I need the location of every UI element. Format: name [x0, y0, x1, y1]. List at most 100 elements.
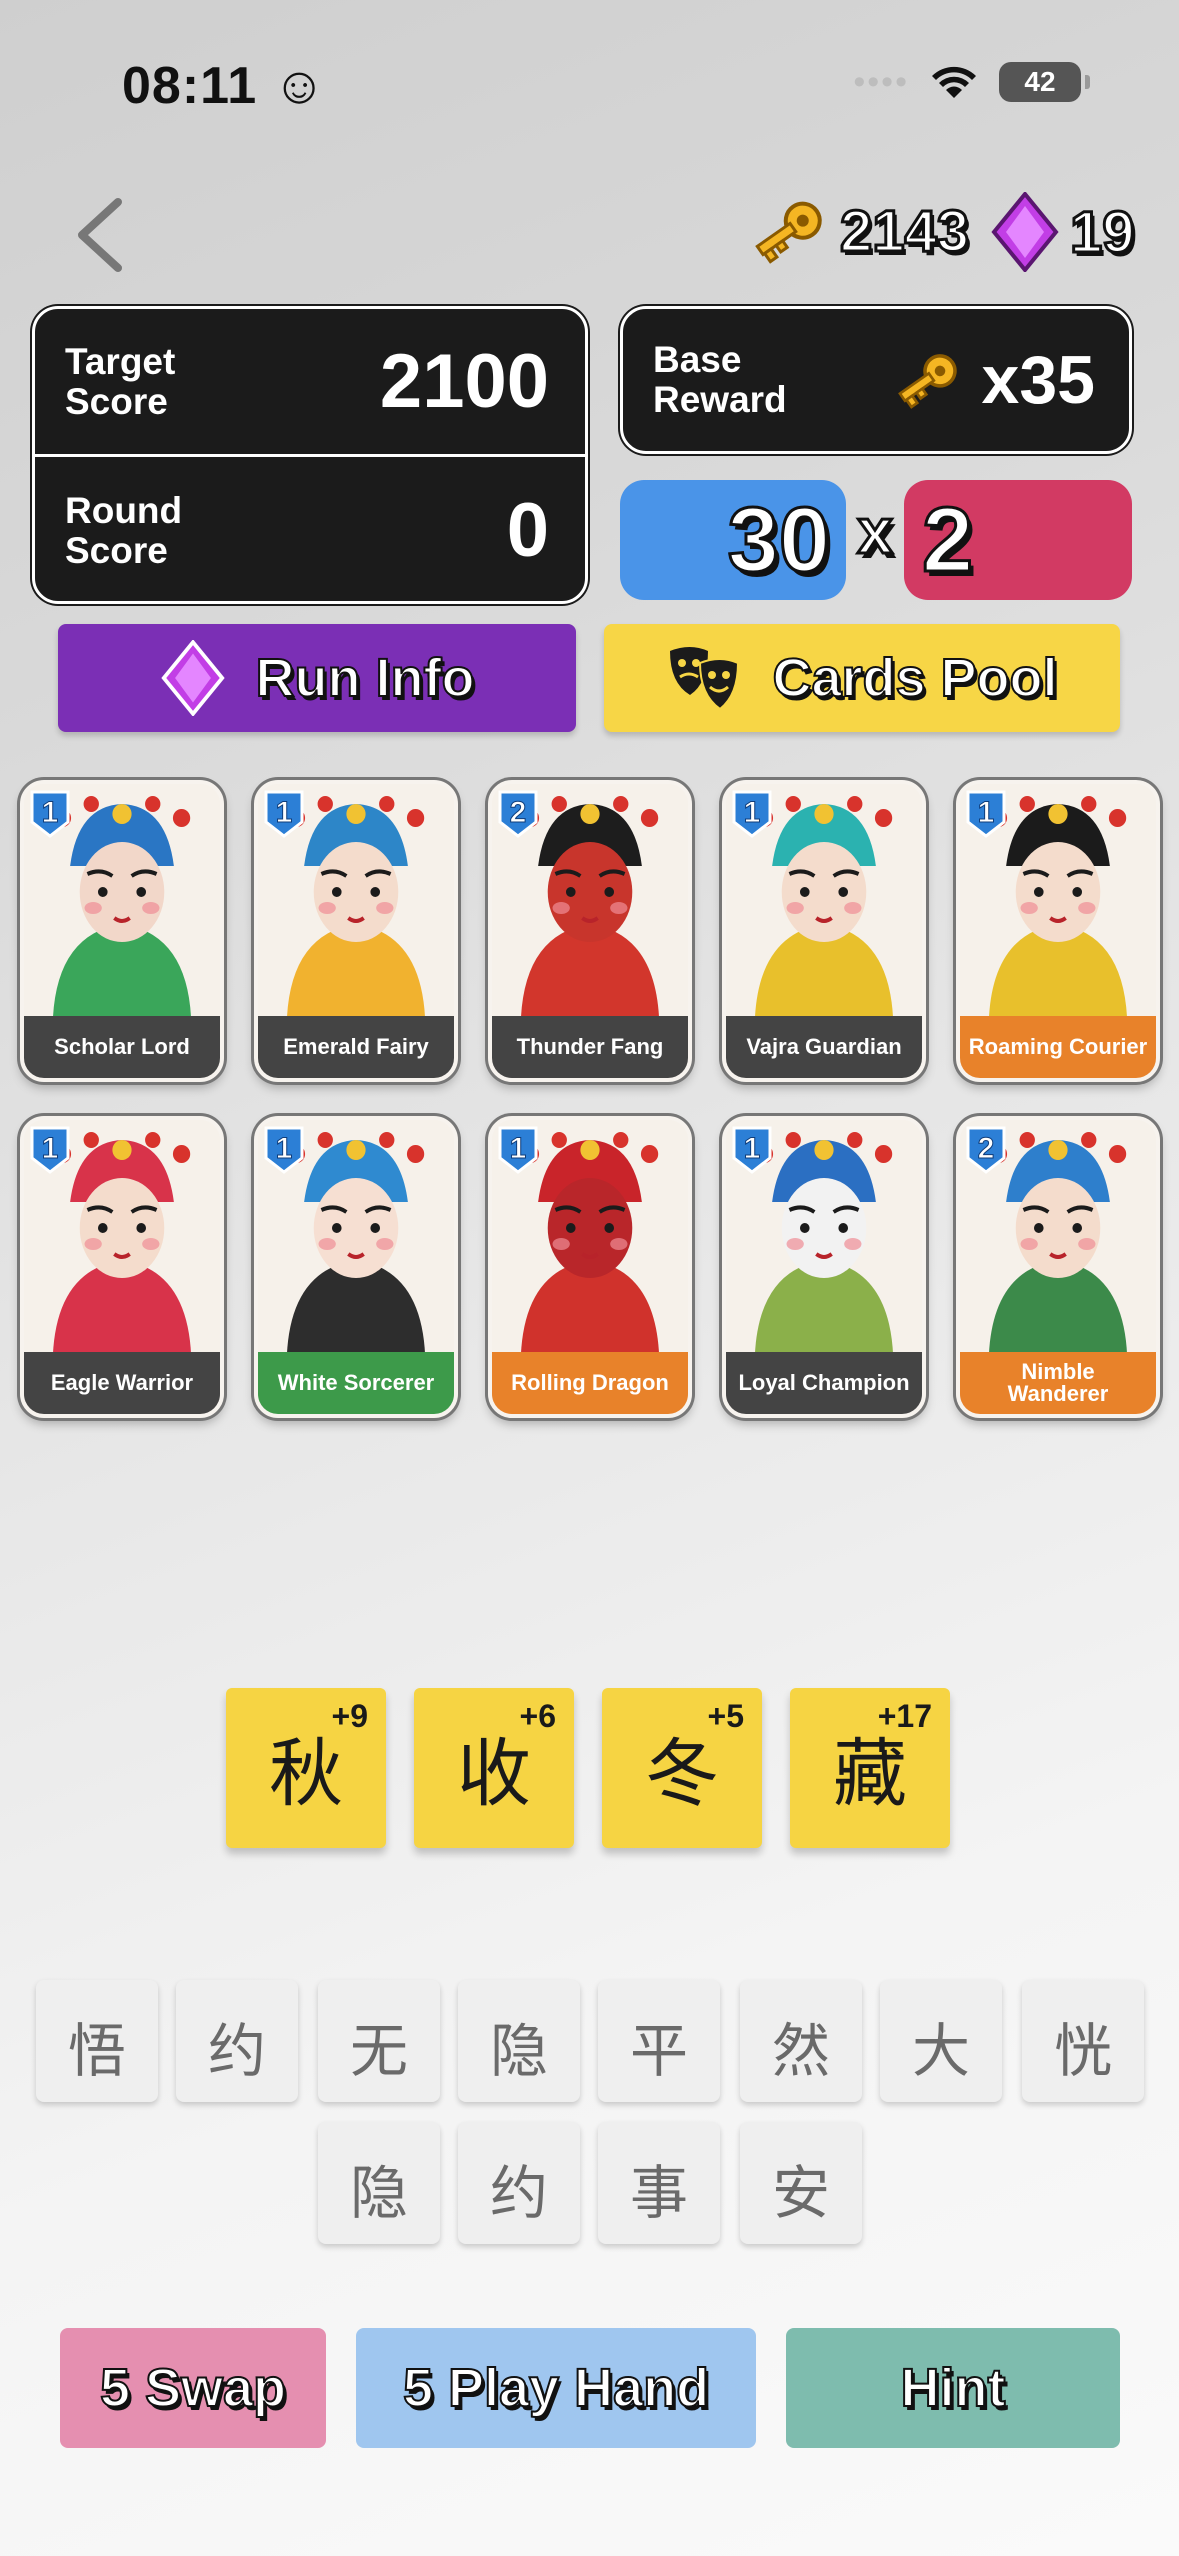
level-badge: 1 — [262, 788, 306, 840]
round-score-value: 0 — [506, 488, 549, 573]
character-card[interactable]: 1 Rolling Dragon — [488, 1116, 692, 1418]
character-card[interactable]: 1 Loyal Champion — [722, 1116, 926, 1418]
tile-character: 悟 — [67, 2017, 126, 2085]
multiplier-value: 2 — [920, 487, 974, 592]
character-card[interactable]: 1 White Sorcerer — [254, 1116, 458, 1418]
run-info-label: Run Info — [255, 647, 476, 709]
card-name: Roaming Courier — [960, 1016, 1156, 1078]
hand-tile[interactable]: 约 — [458, 2122, 580, 2244]
tile-bonus: +6 — [519, 1698, 556, 1734]
hand-tile[interactable]: 然 — [740, 1980, 862, 2102]
base-reward-panel: Base Reward x35 — [620, 306, 1132, 454]
character-card[interactable]: 1 Vajra Guardian — [722, 780, 926, 1082]
play-hand-button[interactable]: 5 Play Hand — [356, 2328, 756, 2448]
hand-tile[interactable]: 大 — [880, 1980, 1002, 2102]
hand-tile[interactable]: 安 — [740, 2122, 862, 2244]
target-score-row: Target Score 2100 — [35, 309, 585, 457]
cellular-signal-icon: •••• — [853, 62, 909, 101]
key-icon — [897, 354, 957, 409]
tile-character: 约 — [207, 2017, 266, 2085]
theater-masks-icon — [670, 647, 740, 711]
base-reward-label: Base Reward — [653, 339, 787, 420]
tile-character: 隐 — [349, 2159, 408, 2227]
tile-character: 事 — [629, 2159, 688, 2227]
gems-count: 19 — [1069, 198, 1136, 266]
keys-counter: 2143 — [746, 192, 971, 270]
character-card[interactable]: 1 Emerald Fairy — [254, 780, 458, 1082]
level-badge: 1 — [964, 788, 1008, 840]
hand-tile[interactable]: 平 — [598, 1980, 720, 2102]
tile-character: 恍 — [1053, 2017, 1112, 2085]
cards-pool-button[interactable]: Cards Pool — [604, 624, 1120, 732]
level-badge: 1 — [730, 788, 774, 840]
card-name: White Sorcerer — [258, 1352, 454, 1414]
level-badge: 1 — [496, 1124, 540, 1176]
round-score-row: Round Score 0 — [35, 457, 585, 605]
level-badge: 1 — [28, 788, 72, 840]
hand-tile[interactable]: 隐 — [458, 1980, 580, 2102]
level-badge: 2 — [496, 788, 540, 840]
selected-tile[interactable]: 秋 +9 — [226, 1688, 386, 1848]
character-card[interactable]: 2 Thunder Fang — [488, 780, 692, 1082]
selected-tile[interactable]: 藏 +17 — [790, 1688, 950, 1848]
level-badge: 1 — [262, 1124, 306, 1176]
gem-icon — [991, 192, 1059, 272]
keys-count: 2143 — [838, 197, 970, 265]
cards-pool-label: Cards Pool — [771, 647, 1058, 709]
card-name: Thunder Fang — [492, 1016, 688, 1078]
swap-button[interactable]: 5 Swap — [60, 2328, 326, 2448]
hand-tile[interactable]: 恍 — [1022, 1980, 1144, 2102]
card-name: Eagle Warrior — [24, 1352, 220, 1414]
battery-indicator: 42 — [999, 62, 1090, 102]
level-badge: 1 — [28, 1124, 72, 1176]
key-icon — [755, 201, 822, 264]
gem-icon — [160, 640, 225, 716]
tile-character: 然 — [771, 2017, 830, 2085]
hand-tile[interactable]: 无 — [318, 1980, 440, 2102]
tile-character: 约 — [489, 2159, 548, 2227]
chips-value: 30 — [726, 487, 831, 592]
base-reward-value: x35 — [981, 342, 1095, 418]
gems-counter: 19 — [990, 192, 1136, 272]
character-card[interactable]: 1 Eagle Warrior — [20, 1116, 224, 1418]
tile-bonus: +17 — [877, 1698, 932, 1734]
target-score-label: Target Score — [65, 340, 176, 422]
card-name: Emerald Fairy — [258, 1016, 454, 1078]
character-card[interactable]: 2 Nimble Wanderer — [956, 1116, 1160, 1418]
back-button[interactable] — [66, 190, 136, 280]
tile-character: 安 — [771, 2159, 830, 2227]
run-info-button[interactable]: Run Info — [58, 624, 576, 732]
hand-tile[interactable]: 悟 — [36, 1980, 158, 2102]
selected-tile[interactable]: 冬 +5 — [602, 1688, 762, 1848]
status-icons: •••• 42 — [853, 62, 1090, 102]
tile-character: 无 — [349, 2017, 408, 2085]
hint-button[interactable]: Hint — [786, 2328, 1120, 2448]
multiplier-box: 2 — [904, 480, 1132, 600]
hand-tile[interactable]: 约 — [176, 1980, 298, 2102]
tile-character: 平 — [629, 2017, 688, 2085]
chips-box: 30 — [620, 480, 846, 600]
card-name: Rolling Dragon — [492, 1352, 688, 1414]
tile-bonus: +5 — [707, 1698, 744, 1734]
tile-bonus: +9 — [331, 1698, 368, 1734]
level-badge: 1 — [730, 1124, 774, 1176]
selected-tile[interactable]: 收 +6 — [414, 1688, 574, 1848]
round-score-label: Round Score — [65, 490, 183, 571]
card-name: Loyal Champion — [726, 1352, 922, 1414]
character-card[interactable]: 1 Scholar Lord — [20, 780, 224, 1082]
hand-tile[interactable]: 隐 — [318, 2122, 440, 2244]
wifi-icon — [932, 66, 976, 98]
hand-tile[interactable]: 事 — [598, 2122, 720, 2244]
score-panel: Target Score 2100 Round Score 0 — [32, 306, 588, 604]
target-score-value: 2100 — [379, 338, 549, 424]
character-card[interactable]: 1 Roaming Courier — [956, 780, 1160, 1082]
tile-character: 隐 — [489, 2017, 548, 2085]
card-name: Nimble Wanderer — [960, 1352, 1156, 1414]
status-time: 08:11 ☺ — [122, 57, 327, 115]
card-name: Scholar Lord — [24, 1016, 220, 1078]
level-badge: 2 — [964, 1124, 1008, 1176]
multiply-sign: x — [856, 494, 895, 569]
chevron-left-icon — [78, 198, 122, 272]
card-name: Vajra Guardian — [726, 1016, 922, 1078]
tile-character: 大 — [911, 2017, 970, 2085]
